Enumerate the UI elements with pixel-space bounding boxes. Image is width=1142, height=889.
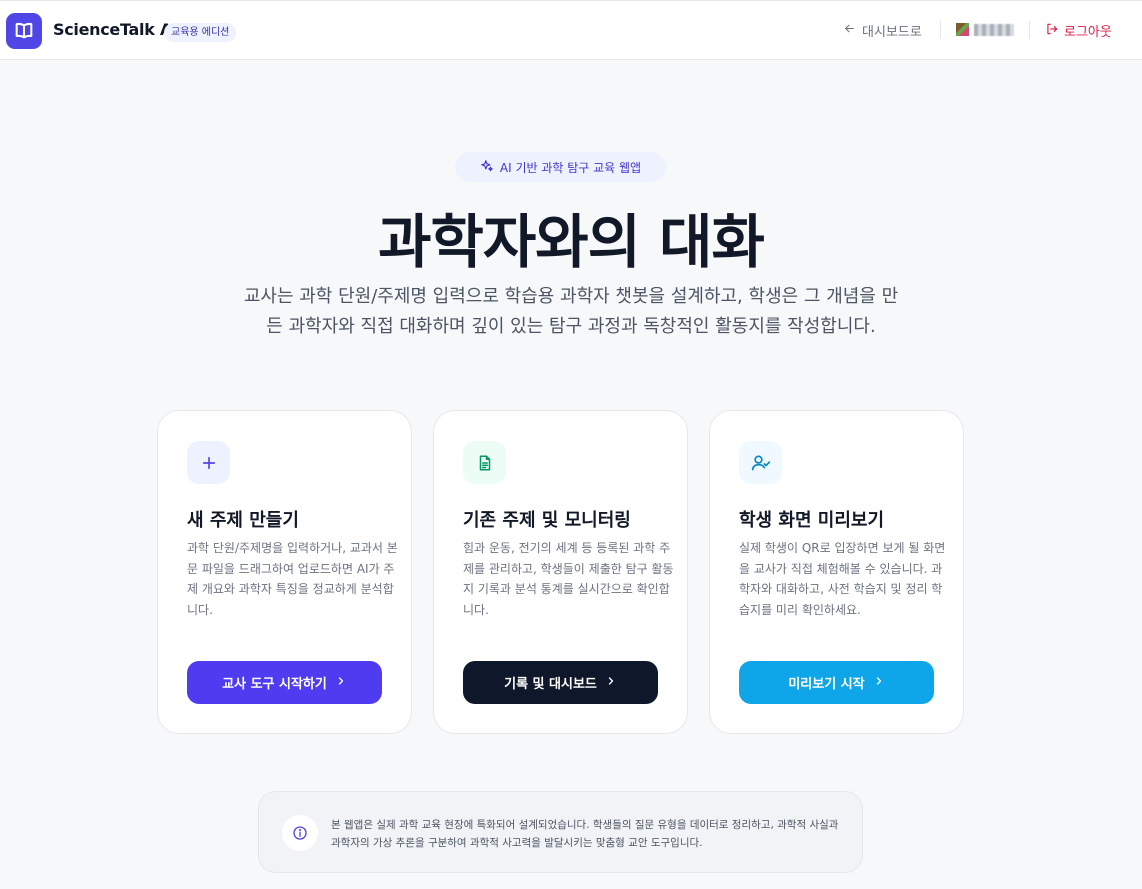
document-icon xyxy=(463,441,506,484)
dashboard-link-label: 대시보드로 xyxy=(862,25,922,40)
info-notice: 본 웹앱은 실제 과학 교육 현장에 특화되어 설계되었습니다. 학생들의 질문… xyxy=(258,791,863,873)
header-divider xyxy=(940,21,941,39)
logout-label: 로그아웃 xyxy=(1064,25,1112,40)
page-title: 과학자와의 대화 xyxy=(378,208,765,276)
app-title: ScienceTalk AI xyxy=(53,20,178,39)
card-description: 과학 단원/주제명을 입력하거나, 교과서 본문 파일을 드래그하여 업로드하면… xyxy=(187,541,398,617)
button-label: 기록 및 대시보드 xyxy=(504,677,597,692)
dashboard-link[interactable]: 대시보드로 xyxy=(843,21,922,40)
card-student-preview: 학생 화면 미리보기 실제 학생이 QR로 입장하면 보게 될 화면을 교사가 … xyxy=(709,410,964,734)
sparkles-icon xyxy=(480,159,494,176)
book-logo-icon[interactable] xyxy=(6,13,42,49)
user-check-icon xyxy=(739,441,782,484)
feature-pill-label: AI 기반 과학 탐구 교육 웹앱 xyxy=(499,160,642,175)
feature-pill: AI 기반 과학 탐구 교육 웹앱 xyxy=(455,152,666,182)
info-icon xyxy=(282,815,318,851)
chevron-right-icon xyxy=(335,675,347,691)
edition-badge: 교육용 에디션 xyxy=(164,23,237,42)
card-existing-topics: 기존 주제 및 모니터링 힘과 운동, 전기의 세계 등 등록된 과학 주제를 … xyxy=(433,410,688,734)
user-profile[interactable] xyxy=(956,23,1014,36)
card-title: 학생 화면 미리보기 xyxy=(739,510,885,531)
user-name-redacted xyxy=(974,23,1014,36)
info-text: 본 웹앱은 실제 과학 교육 현장에 특화되어 설계되었습니다. 학생들의 질문… xyxy=(331,819,839,849)
hero-description: 교사는 과학 단원/주제명 입력으로 학습용 과학자 챗봇을 설계하고, 학생은… xyxy=(243,286,899,337)
logout-button[interactable]: 로그아웃 xyxy=(1045,21,1112,40)
top-header: ScienceTalk AI 교육용 에디션 대시보드로 로그아웃 xyxy=(0,0,1142,60)
teacher-tool-start-button[interactable]: 교사 도구 시작하기 xyxy=(187,661,382,704)
arrow-left-icon xyxy=(843,22,856,39)
chevron-right-icon xyxy=(605,675,617,691)
chevron-right-icon xyxy=(873,675,885,691)
plus-icon xyxy=(187,441,230,484)
card-new-topic: 새 주제 만들기 과학 단원/주제명을 입력하거나, 교과서 본문 파일을 드래… xyxy=(157,410,412,734)
card-description: 실제 학생이 QR로 입장하면 보게 될 화면을 교사가 직접 체험해볼 수 있… xyxy=(739,541,946,617)
logout-icon xyxy=(1045,22,1059,40)
card-title: 기존 주제 및 모니터링 xyxy=(463,510,631,531)
button-label: 교사 도구 시작하기 xyxy=(222,677,327,692)
records-dashboard-button[interactable]: 기록 및 대시보드 xyxy=(463,661,658,704)
avatar xyxy=(956,23,969,36)
preview-start-button[interactable]: 미리보기 시작 xyxy=(739,661,934,704)
card-title: 새 주제 만들기 xyxy=(187,510,299,531)
card-description: 힘과 운동, 전기의 세계 등 등록된 과학 주제를 관리하고, 학생들이 제출… xyxy=(463,541,674,617)
header-divider xyxy=(1029,21,1030,39)
button-label: 미리보기 시작 xyxy=(788,677,865,692)
